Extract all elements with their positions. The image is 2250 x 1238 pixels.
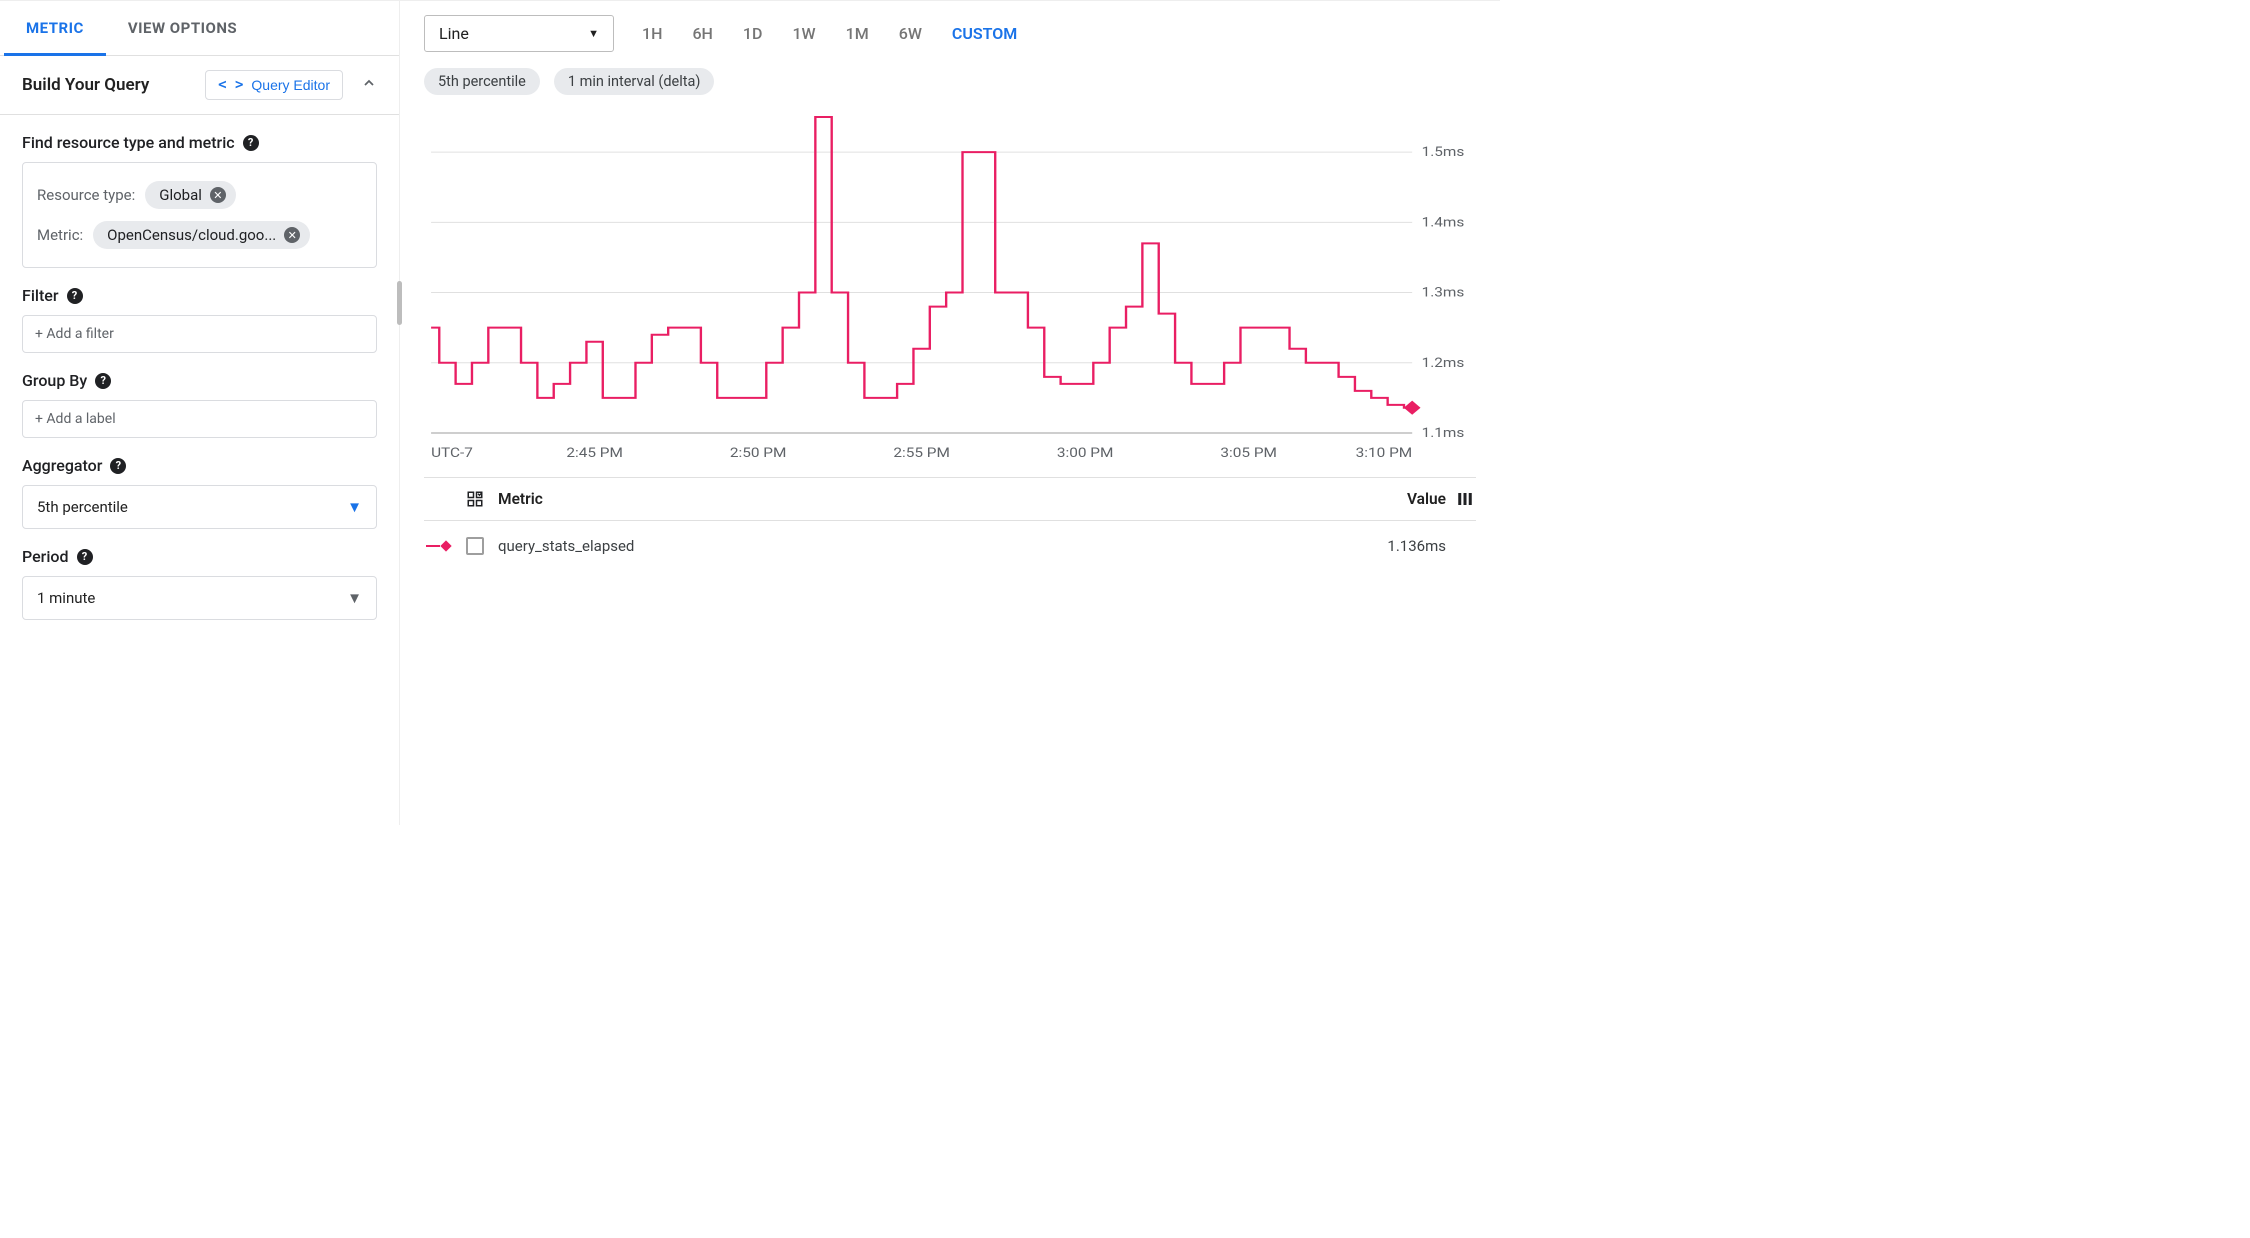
time-range-selector: 1H 6H 1D 1W 1M 6W CUSTOM bbox=[642, 24, 1017, 43]
series-color-marker bbox=[426, 542, 456, 550]
svg-text:UTC-7: UTC-7 bbox=[431, 446, 473, 461]
legend-metric-header[interactable]: Metric bbox=[498, 490, 1407, 508]
resize-handle[interactable] bbox=[397, 281, 402, 325]
query-editor-button[interactable]: < > Query Editor bbox=[205, 70, 343, 100]
help-icon[interactable]: ? bbox=[243, 135, 259, 151]
metric-chip[interactable]: OpenCensus/cloud.goo... ✕ bbox=[93, 221, 310, 249]
query-builder-panel: METRIC VIEW OPTIONS Build Your Query < >… bbox=[0, 1, 400, 825]
aggregator-select[interactable]: 5th percentile▼ bbox=[22, 485, 377, 529]
resource-type-key: Resource type: bbox=[37, 186, 135, 204]
dropdown-icon: ▼ bbox=[347, 589, 362, 607]
svg-text:1.3ms: 1.3ms bbox=[1422, 286, 1465, 301]
legend-header-row: Metric Value bbox=[424, 477, 1476, 521]
filter-label: Filter? bbox=[22, 286, 377, 305]
resource-metric-box[interactable]: Resource type: Global ✕ Metric: OpenCens… bbox=[22, 162, 377, 268]
help-icon[interactable]: ? bbox=[95, 373, 111, 389]
time-range-1d[interactable]: 1D bbox=[743, 24, 763, 43]
svg-text:1.5ms: 1.5ms bbox=[1422, 145, 1465, 160]
period-select[interactable]: 1 minute▼ bbox=[22, 576, 377, 620]
legend-series-row: query_stats_elapsed 1.136ms bbox=[424, 521, 1476, 571]
time-range-1h[interactable]: 1H bbox=[642, 24, 662, 43]
resource-type-chip[interactable]: Global ✕ bbox=[145, 181, 236, 209]
svg-text:3:10 PM: 3:10 PM bbox=[1356, 446, 1412, 461]
remove-chip-icon[interactable]: ✕ bbox=[284, 227, 300, 243]
group-by-label: Group By? bbox=[22, 371, 377, 390]
context-pill: 1 min interval (delta) bbox=[554, 68, 715, 95]
chart-area[interactable]: 1.1ms 1.2ms 1.3ms 1.4ms 1.5ms UTC-7 2:45 PM 2:5… bbox=[424, 107, 1476, 467]
series-visibility-checkbox[interactable] bbox=[466, 537, 484, 555]
period-label: Period? bbox=[22, 547, 377, 566]
aggregator-label: Aggregator? bbox=[22, 456, 377, 475]
chart-context-pills: 5th percentile 1 min interval (delta) bbox=[424, 64, 1476, 101]
code-icon: < > bbox=[218, 77, 243, 93]
dashboard-icon[interactable] bbox=[466, 490, 484, 508]
add-label-box[interactable]: + Add a label bbox=[22, 400, 377, 438]
tab-view-options[interactable]: VIEW OPTIONS bbox=[106, 1, 259, 55]
svg-text:1.1ms: 1.1ms bbox=[1422, 426, 1465, 441]
series-value: 1.136ms bbox=[1387, 537, 1446, 555]
chart-type-select[interactable]: Line▼ bbox=[424, 15, 614, 52]
help-icon[interactable]: ? bbox=[67, 288, 83, 304]
svg-text:2:50 PM: 2:50 PM bbox=[730, 446, 786, 461]
dropdown-icon: ▼ bbox=[588, 27, 599, 40]
metric-key: Metric: bbox=[37, 226, 83, 244]
legend-value-header[interactable]: Value bbox=[1407, 490, 1446, 508]
remove-chip-icon[interactable]: ✕ bbox=[210, 187, 226, 203]
svg-text:2:45 PM: 2:45 PM bbox=[566, 446, 622, 461]
tab-metric[interactable]: METRIC bbox=[4, 1, 106, 56]
build-query-title: Build Your Query bbox=[22, 75, 205, 95]
columns-icon[interactable] bbox=[1456, 490, 1474, 508]
left-tabbar: METRIC VIEW OPTIONS bbox=[0, 1, 399, 56]
svg-text:1.2ms: 1.2ms bbox=[1422, 356, 1465, 371]
help-icon[interactable]: ? bbox=[77, 549, 93, 565]
svg-text:3:05 PM: 3:05 PM bbox=[1220, 446, 1276, 461]
svg-text:3:00 PM: 3:00 PM bbox=[1057, 446, 1113, 461]
time-range-custom[interactable]: CUSTOM bbox=[952, 24, 1017, 43]
time-range-1w[interactable]: 1W bbox=[792, 24, 815, 43]
time-range-6h[interactable]: 6H bbox=[692, 24, 712, 43]
svg-text:2:55 PM: 2:55 PM bbox=[893, 446, 949, 461]
find-metric-label: Find resource type and metric? bbox=[22, 133, 377, 152]
query-editor-label: Query Editor bbox=[251, 77, 330, 93]
chart-panel: Line▼ 1H 6H 1D 1W 1M 6W CUSTOM 5th percentile 1… bbox=[400, 1, 1500, 825]
build-query-header: Build Your Query < > Query Editor bbox=[0, 56, 399, 115]
collapse-icon[interactable] bbox=[361, 75, 377, 95]
time-range-1m[interactable]: 1M bbox=[846, 24, 869, 43]
context-pill: 5th percentile bbox=[424, 68, 540, 95]
help-icon[interactable]: ? bbox=[110, 458, 126, 474]
line-chart: 1.1ms 1.2ms 1.3ms 1.4ms 1.5ms UTC-7 2:45 PM 2:5… bbox=[424, 107, 1476, 467]
svg-text:1.4ms: 1.4ms bbox=[1422, 215, 1465, 230]
time-range-6w[interactable]: 6W bbox=[899, 24, 922, 43]
series-name: query_stats_elapsed bbox=[498, 537, 1387, 555]
add-filter-box[interactable]: + Add a filter bbox=[22, 315, 377, 353]
dropdown-icon: ▼ bbox=[347, 498, 362, 516]
